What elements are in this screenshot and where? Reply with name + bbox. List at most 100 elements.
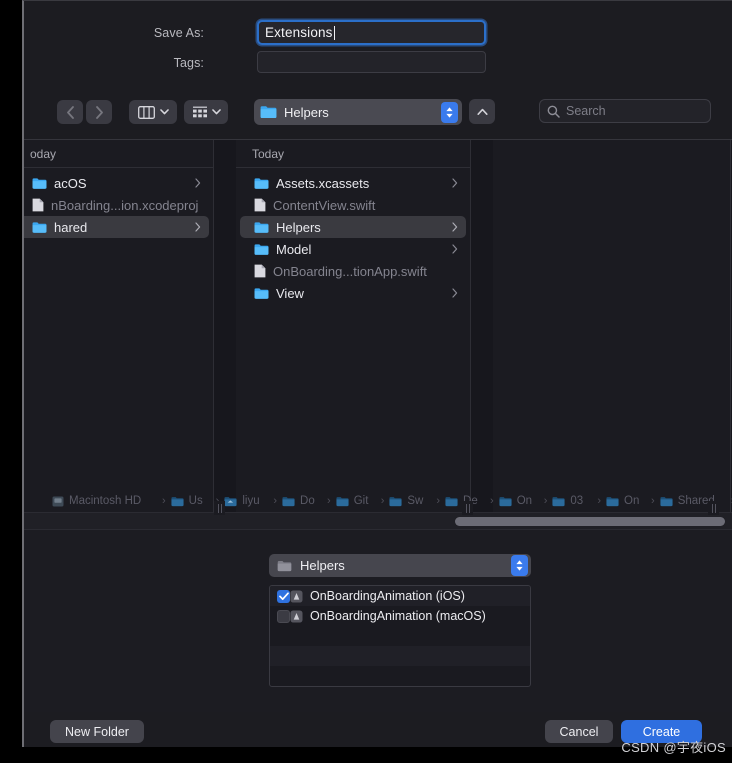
cancel-button[interactable]: Cancel [545, 720, 613, 743]
up-down-stepper-icon [516, 560, 523, 571]
column-resize-grip[interactable] [708, 501, 719, 515]
save-dialog: Save As: Extensions Tags: Helpers Search… [22, 0, 732, 747]
folder-icon [282, 496, 295, 506]
target-checkbox-unchecked[interactable] [277, 609, 290, 623]
view-mode-button[interactable] [129, 100, 177, 124]
folder-icon [260, 106, 277, 118]
browser-column-3 [493, 140, 731, 513]
document-icon [254, 264, 266, 278]
folder-icon [32, 221, 47, 233]
breadcrumb-item[interactable]: On › [606, 495, 660, 507]
list-item-label: View [276, 285, 304, 301]
group-by-button[interactable] [184, 100, 228, 124]
breadcrumb-label: On [624, 495, 640, 507]
targets-list[interactable]: OnBoardingAnimation (iOS) OnBoardingAnim… [269, 585, 531, 687]
folder-icon [254, 177, 269, 189]
breadcrumb-item[interactable]: Do › [282, 495, 336, 507]
save-as-label: Save As: [153, 26, 204, 40]
document-icon [32, 198, 44, 212]
breadcrumb-item[interactable]: Git › [336, 495, 390, 507]
breadcrumb-item[interactable]: Shared › [660, 495, 732, 507]
group-popup-label: Helpers [300, 558, 345, 573]
target-row-empty [270, 646, 530, 666]
up-down-stepper-icon [446, 106, 453, 118]
column-resize-grip[interactable] [214, 501, 225, 515]
breadcrumb-separator: › [597, 495, 602, 507]
group-stepper[interactable] [511, 555, 528, 576]
folder-icon [32, 177, 47, 189]
folder-icon [171, 496, 184, 506]
scrollbar-thumb[interactable] [455, 517, 725, 526]
target-row[interactable]: OnBoardingAnimation (iOS) [270, 586, 530, 606]
save-form-area: Save As: Extensions Tags: Helpers Search [24, 1, 732, 138]
list-item[interactable]: acOS [24, 172, 209, 194]
location-stepper[interactable] [441, 101, 458, 123]
horizontal-scrollbar[interactable] [24, 512, 732, 530]
group-popup-button[interactable]: Helpers [269, 554, 531, 577]
search-field[interactable]: Search [539, 99, 711, 123]
column-list: Assets.xcassets ContentView.swift Helper… [236, 168, 470, 304]
chevron-down-icon [211, 109, 221, 115]
go-up-button[interactable] [469, 99, 495, 124]
folder-icon [552, 496, 565, 506]
folder-icon [660, 496, 673, 506]
chevron-right-icon [195, 178, 201, 188]
column-list: acOS nBoarding...ion.xcodeproj hared [24, 168, 213, 238]
save-as-value: Extensions [265, 25, 333, 40]
save-as-input[interactable]: Extensions [257, 20, 486, 45]
chevron-right-icon [95, 105, 103, 119]
column-gutter-1 [214, 140, 236, 513]
chevron-right-icon [452, 222, 458, 232]
target-row[interactable]: OnBoardingAnimation (macOS) [270, 606, 530, 626]
target-checkbox-checked[interactable] [277, 589, 290, 603]
breadcrumb-item[interactable]: Sw › [389, 495, 445, 507]
app-icon [290, 590, 303, 602]
list-item[interactable]: OnBoarding...tionApp.swift [240, 260, 466, 282]
forward-button[interactable] [86, 100, 112, 124]
list-item[interactable]: View [240, 282, 466, 304]
chevron-right-icon [452, 178, 458, 188]
app-icon [290, 610, 303, 622]
breadcrumb-label: liyu [242, 495, 260, 507]
breadcrumb-item[interactable]: Macintosh HD › [52, 495, 171, 507]
list-item[interactable]: ContentView.swift [240, 194, 466, 216]
navigation-buttons [57, 100, 112, 124]
breadcrumb-separator: › [380, 495, 385, 507]
column-view-icon [137, 105, 155, 119]
chevron-down-icon [159, 109, 169, 115]
column-resize-grip[interactable] [462, 501, 473, 515]
new-folder-button[interactable]: New Folder [50, 720, 144, 743]
back-button[interactable] [57, 100, 83, 124]
home-icon [224, 496, 237, 506]
browser-column-1: oday acOS nBoarding...ion.xcodeproj hare… [24, 140, 214, 513]
list-item-label: acOS [54, 175, 87, 191]
list-item-label: Helpers [276, 219, 321, 235]
breadcrumb-item[interactable]: On › [499, 495, 553, 507]
list-item-selected[interactable]: hared [24, 216, 209, 238]
breadcrumb-label: Macintosh HD [69, 495, 142, 507]
checkmark-icon [278, 591, 289, 600]
folder-icon [277, 560, 292, 571]
breadcrumb-label: On [516, 495, 533, 507]
search-placeholder: Search [566, 104, 606, 118]
list-item[interactable]: Assets.xcassets [240, 172, 466, 194]
target-label: OnBoardingAnimation (iOS) [310, 589, 465, 603]
location-popup-button[interactable]: Helpers [254, 99, 462, 125]
screen: Save As: Extensions Tags: Helpers Search… [0, 0, 732, 763]
list-item-selected[interactable]: Helpers [240, 216, 466, 238]
chevron-right-icon [195, 222, 201, 232]
target-row-empty [270, 626, 530, 646]
chevron-left-icon [66, 105, 74, 119]
list-item[interactable]: Model [240, 238, 466, 260]
column-header-today: oday [24, 140, 213, 168]
save-as-row: Save As: Extensions [24, 20, 732, 46]
breadcrumb-item[interactable]: 03 › [552, 495, 606, 507]
chevron-up-icon [476, 108, 488, 115]
folder-icon [254, 287, 269, 299]
list-item[interactable]: nBoarding...ion.xcodeproj [24, 194, 209, 216]
tags-input[interactable] [257, 51, 486, 73]
folder-icon [389, 496, 402, 506]
list-item-label: OnBoarding...tionApp.swift [273, 263, 427, 279]
toolbar: Helpers Search [24, 93, 732, 133]
breadcrumb-item[interactable]: liyu › [224, 495, 282, 507]
